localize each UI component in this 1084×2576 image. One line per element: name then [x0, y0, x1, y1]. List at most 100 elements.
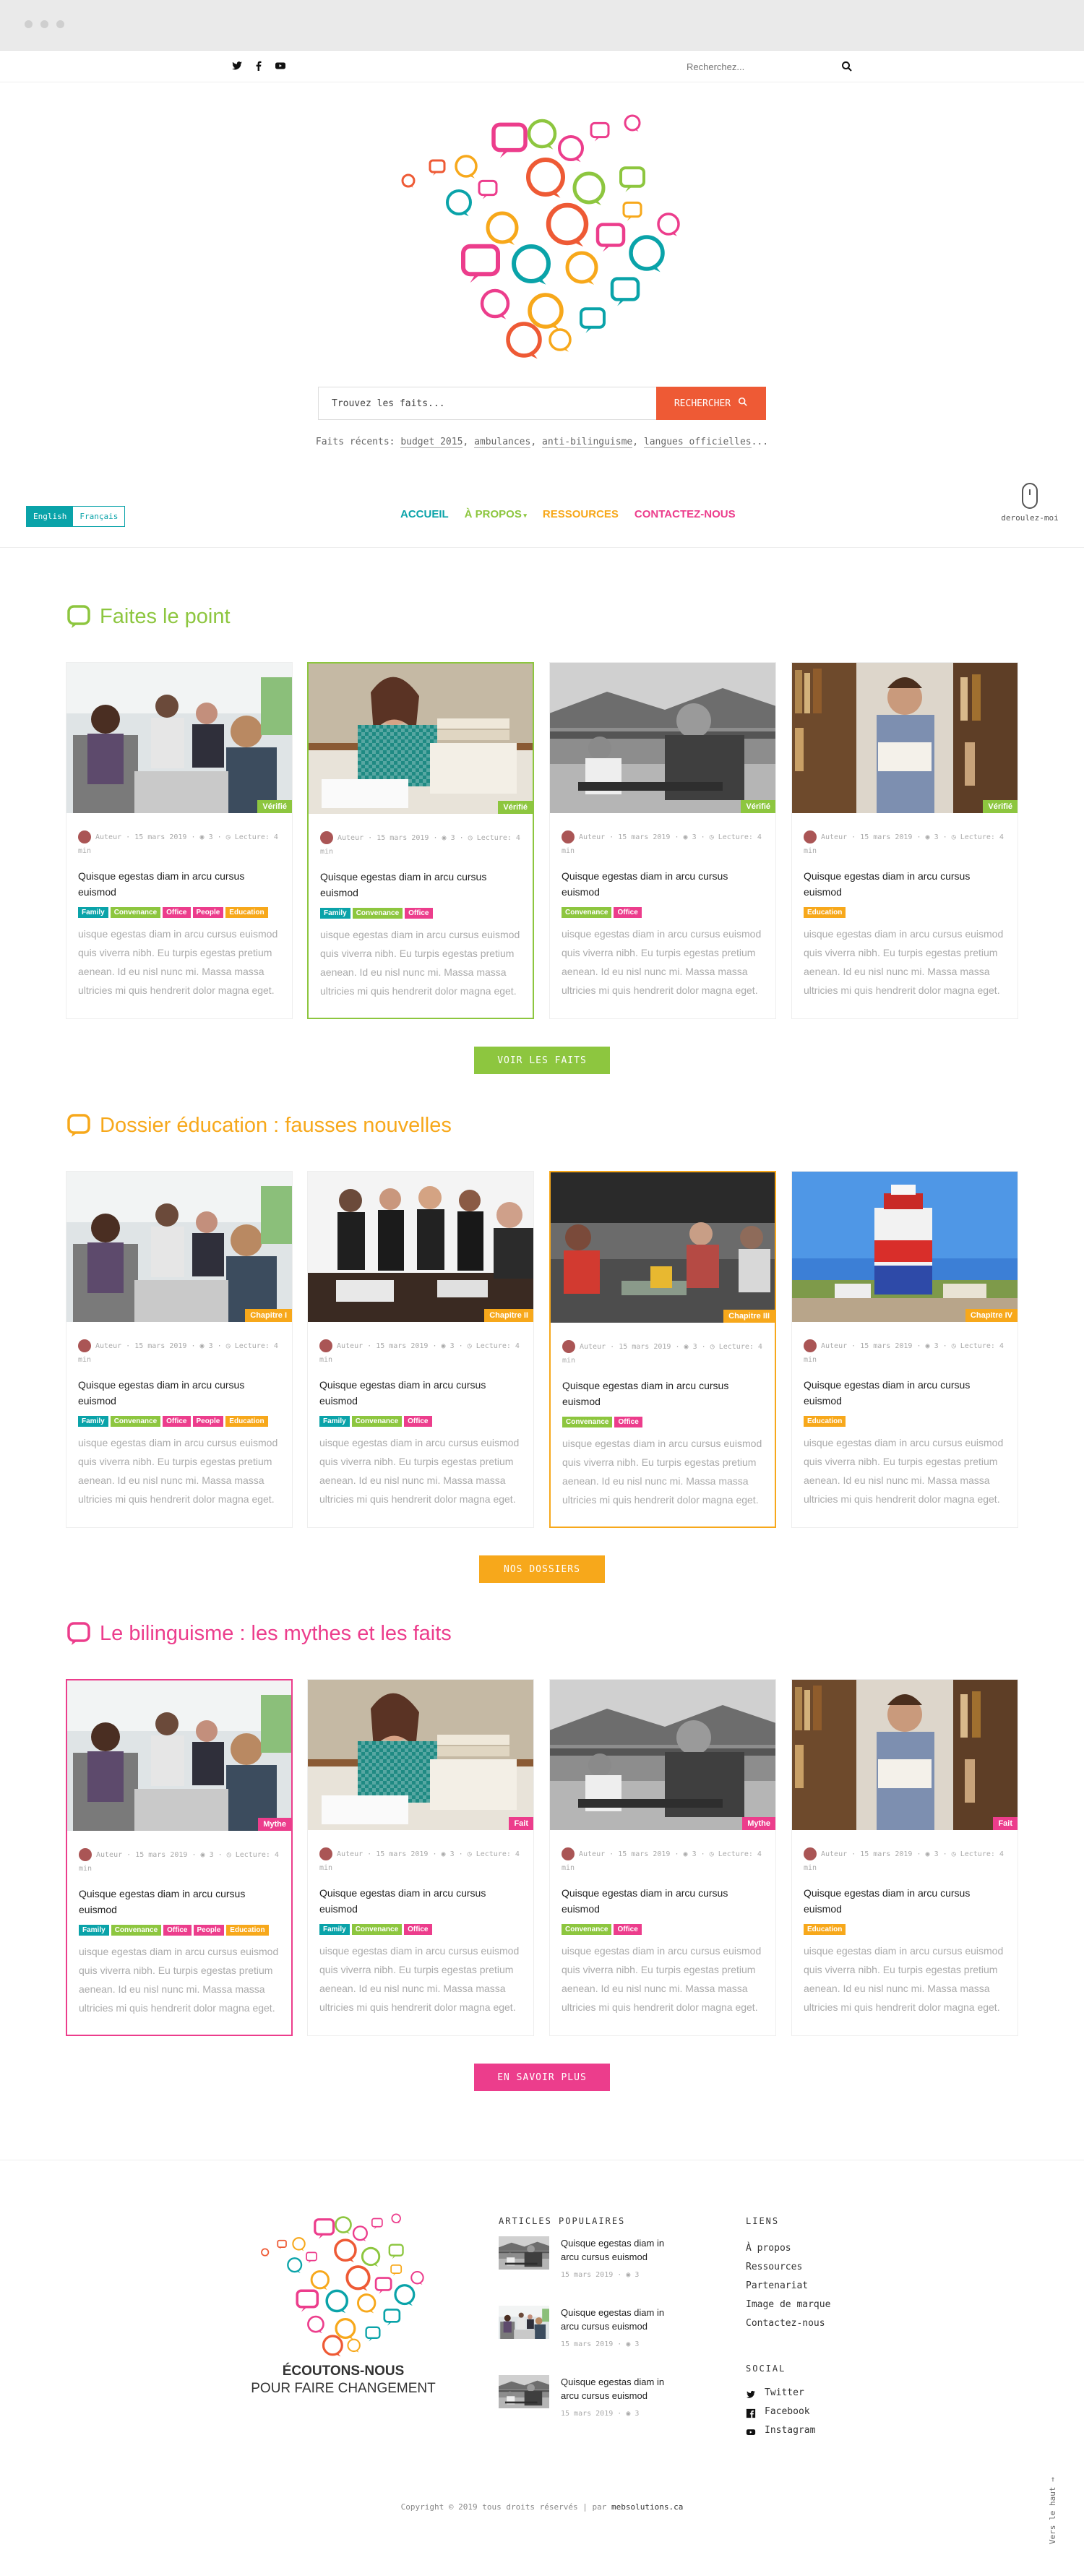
popular-article[interactable]: Quisque egestas diam in arcu cursus euis…: [499, 2375, 715, 2426]
tag[interactable]: Convenance: [110, 1416, 161, 1427]
article-image[interactable]: [66, 663, 292, 813]
article-card[interactable]: Chapitre I Auteur · 15 mars 2019 · ◉ 3 · …: [66, 1171, 293, 1528]
article-title[interactable]: Quisque egestas diam in arcu cursus euis…: [320, 869, 520, 901]
nav-accueil[interactable]: ACCUEIL: [400, 508, 449, 520]
tag[interactable]: Education: [804, 1416, 846, 1427]
author[interactable]: Auteur: [821, 833, 847, 841]
article-card[interactable]: Fait Auteur · 15 mars 2019 · ◉ 3 · ◷ Lect…: [307, 1679, 534, 2036]
article-image[interactable]: [792, 1680, 1018, 1830]
tag[interactable]: Family: [79, 1925, 109, 1936]
tag[interactable]: Office: [404, 1924, 432, 1935]
author[interactable]: Auteur: [337, 834, 364, 842]
author[interactable]: Auteur: [579, 833, 605, 841]
article-title[interactable]: Quisque egestas diam in arcu cursus euis…: [562, 1885, 762, 1917]
tag[interactable]: Family: [78, 1416, 108, 1427]
footer-logo[interactable]: [257, 2208, 430, 2360]
search-icon[interactable]: [841, 61, 853, 72]
article-title[interactable]: Quisque egestas diam in arcu cursus euis…: [78, 1377, 279, 1409]
footer-social-twitter[interactable]: Twitter: [746, 2384, 815, 2403]
article-title[interactable]: Quisque egestas diam in arcu cursus euis…: [79, 1886, 278, 1918]
recent-link-budget[interactable]: budget 2015: [400, 437, 463, 448]
footer-link-a-propos[interactable]: À propos: [746, 2239, 830, 2258]
tag[interactable]: Office: [614, 1417, 642, 1427]
section-button[interactable]: VOIR LES FAITS: [474, 1047, 610, 1074]
hero-search-button[interactable]: RECHERCHER: [656, 387, 766, 420]
article-title[interactable]: Quisque egestas diam in arcu cursus euis…: [78, 868, 279, 900]
footer-social-facebook[interactable]: Facebook: [746, 2403, 815, 2421]
popular-title[interactable]: Quisque egestas diam in arcu cursus euis…: [561, 2375, 669, 2403]
recent-link-langues[interactable]: langues officielles: [643, 437, 752, 448]
footer-social-instagram[interactable]: Instagram: [746, 2421, 815, 2440]
lang-english[interactable]: English: [27, 507, 74, 526]
tag[interactable]: People: [192, 1416, 224, 1427]
tag[interactable]: People: [193, 1925, 225, 1936]
tag[interactable]: Office: [163, 907, 191, 918]
article-image[interactable]: [66, 1172, 292, 1322]
back-to-top[interactable]: Vers le haut →: [1048, 2472, 1062, 2551]
nav-a-propos[interactable]: À PROPOS ▾: [465, 508, 527, 520]
footer-link-partenariat[interactable]: Partenariat: [746, 2277, 830, 2296]
article-card[interactable]: Vérifié Auteur · 15 mars 2019 · ◉ 3 · ◷ L…: [791, 662, 1018, 1019]
article-title[interactable]: Quisque egestas diam in arcu cursus euis…: [562, 1378, 762, 1409]
popular-thumbnail[interactable]: [499, 2306, 549, 2339]
footer-link-image-de-marque[interactable]: Image de marque: [746, 2296, 830, 2314]
popular-title[interactable]: Quisque egestas diam in arcu cursus euis…: [561, 2306, 669, 2333]
article-image[interactable]: [67, 1680, 291, 1831]
footer-link-ressources[interactable]: Ressources: [746, 2258, 830, 2277]
article-card[interactable]: Chapitre III Auteur · 15 mars 2019 · ◉ 3 …: [549, 1171, 776, 1528]
article-title[interactable]: Quisque egestas diam in arcu cursus euis…: [319, 1885, 520, 1917]
article-title[interactable]: Quisque egestas diam in arcu cursus euis…: [804, 1377, 1005, 1409]
article-card[interactable]: Mythe Auteur · 15 mars 2019 · ◉ 3 · ◷ Lec…: [549, 1679, 776, 2036]
nav-ressources[interactable]: RESSOURCES: [543, 508, 619, 520]
tag[interactable]: Office: [614, 1924, 642, 1935]
tag[interactable]: Convenance: [111, 1925, 162, 1936]
youtube-icon[interactable]: [275, 60, 286, 72]
tag[interactable]: Convenance: [351, 1416, 403, 1427]
top-search-input[interactable]: [687, 58, 831, 75]
author[interactable]: Auteur: [96, 1851, 122, 1859]
popular-thumbnail[interactable]: [499, 2236, 549, 2270]
hero-search-input[interactable]: Trouvez les faits...: [318, 387, 656, 420]
tag[interactable]: Convenance: [110, 907, 161, 918]
author[interactable]: Auteur: [821, 1342, 847, 1350]
article-image[interactable]: [309, 664, 533, 814]
article-card[interactable]: Fait Auteur · 15 mars 2019 · ◉ 3 · ◷ Lect…: [791, 1679, 1018, 2036]
article-title[interactable]: Quisque egestas diam in arcu cursus euis…: [804, 1885, 1005, 1917]
recent-link-ambulances[interactable]: ambulances: [474, 437, 531, 448]
scroll-hint[interactable]: deroulez-moi: [1001, 483, 1059, 523]
twitter-icon[interactable]: [231, 60, 243, 72]
tag[interactable]: Family: [319, 1924, 350, 1935]
facebook-icon[interactable]: [253, 60, 264, 72]
tag[interactable]: Education: [804, 907, 846, 918]
section-button[interactable]: EN SAVOIR PLUS: [474, 2064, 610, 2091]
article-image[interactable]: [792, 663, 1018, 813]
author[interactable]: Auteur: [821, 1850, 847, 1858]
article-card[interactable]: Vérifié Auteur · 15 mars 2019 · ◉ 3 · ◷ L…: [307, 662, 534, 1019]
author[interactable]: Auteur: [95, 1342, 121, 1350]
site-logo[interactable]: [394, 108, 690, 361]
article-image[interactable]: [550, 1680, 775, 1830]
article-image[interactable]: [551, 1172, 775, 1323]
popular-thumbnail[interactable]: [499, 2375, 549, 2408]
nav-contact[interactable]: CONTACTEZ-NOUS: [635, 508, 736, 520]
tag[interactable]: Family: [78, 907, 108, 918]
tag[interactable]: Office: [614, 907, 642, 918]
author[interactable]: Auteur: [337, 1850, 363, 1858]
tag[interactable]: Office: [404, 1416, 432, 1427]
tag[interactable]: Family: [319, 1416, 350, 1427]
popular-article[interactable]: Quisque egestas diam in arcu cursus euis…: [499, 2306, 715, 2356]
credit-link[interactable]: mebsolutions.ca: [611, 2502, 683, 2512]
lang-francais[interactable]: Français: [73, 507, 125, 526]
article-card[interactable]: Vérifié Auteur · 15 mars 2019 · ◉ 3 · ◷ L…: [549, 662, 776, 1019]
tag[interactable]: People: [192, 907, 224, 918]
article-title[interactable]: Quisque egestas diam in arcu cursus euis…: [804, 868, 1005, 900]
article-title[interactable]: Quisque egestas diam in arcu cursus euis…: [562, 868, 762, 900]
tag[interactable]: Convenance: [562, 1924, 612, 1935]
popular-article[interactable]: Quisque egestas diam in arcu cursus euis…: [499, 2236, 715, 2287]
tag[interactable]: Convenance: [351, 1924, 403, 1935]
tag[interactable]: Convenance: [562, 1417, 613, 1427]
section-button[interactable]: NOS DOSSIERS: [479, 1555, 605, 1583]
article-card[interactable]: Chapitre IV Auteur · 15 mars 2019 · ◉ 3 ·…: [791, 1171, 1018, 1528]
article-card[interactable]: Vérifié Auteur · 15 mars 2019 · ◉ 3 · ◷ L…: [66, 662, 293, 1019]
recent-link-anti-bilinguisme[interactable]: anti-bilinguisme: [542, 437, 633, 448]
